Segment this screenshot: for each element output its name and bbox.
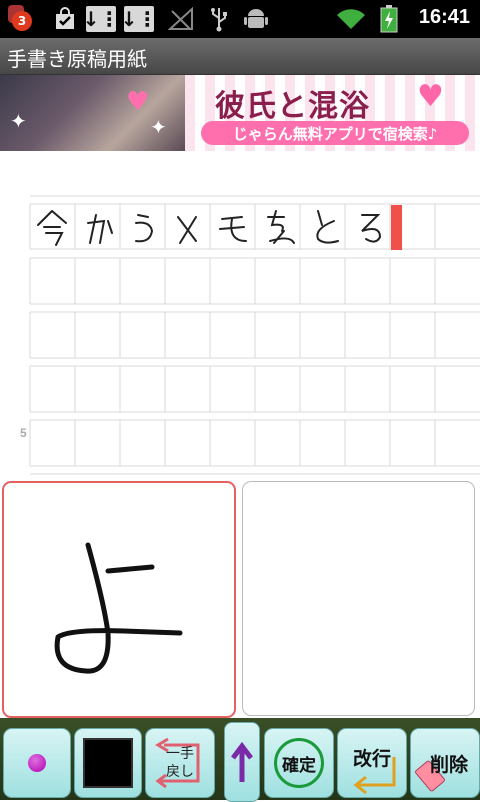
heart-icon: ♥ <box>417 79 444 114</box>
android-debug-icon <box>243 6 269 32</box>
app-title: 手書き原稿用紙 <box>7 47 147 71</box>
heart-icon: ♥ <box>126 87 150 117</box>
clock: 16:41 <box>418 6 470 28</box>
sparkle-icon: ✦ <box>10 109 27 133</box>
undo-button[interactable]: 一手 戻し <box>145 728 215 798</box>
ad-photo: ✦ ✦ ♥ <box>0 75 185 151</box>
notification-count: 3 <box>12 11 32 31</box>
shopping-bag-icon <box>52 6 78 32</box>
download-icon: ↓⋮ <box>82 6 120 32</box>
undo-label-line1: 一手 <box>166 746 194 762</box>
status-bar: 3 ↓⋮ ↓⋮ 16:41 <box>0 0 480 38</box>
ad-copy: 彼氏と混浴 ♥ じゃらん無料アプリで宿検索♪ <box>185 75 480 151</box>
download-icon: ↓⋮ <box>120 6 158 32</box>
delete-label: 削除 <box>429 753 468 776</box>
ad-subline: じゃらん無料アプリで宿検索♪ <box>201 121 469 145</box>
usb-icon <box>207 6 231 32</box>
wifi-icon <box>335 6 367 32</box>
undo-label-line2: 戻し <box>166 764 194 780</box>
title-bar: 手書き原稿用紙 <box>0 38 480 75</box>
battery-charging-icon <box>378 5 400 33</box>
line-number-marker: 5 <box>20 426 27 440</box>
text-cursor <box>391 205 402 250</box>
confirm-button[interactable]: 確定 <box>264 728 334 798</box>
sparkle-icon: ✦ <box>150 115 167 139</box>
color-swatch <box>83 738 133 788</box>
confirm-label: 確定 <box>274 738 324 788</box>
ad-banner[interactable]: ✦ ✦ ♥ 彼氏と混浴 ♥ じゃらん無料アプリで宿検索♪ <box>0 75 480 151</box>
pen-size-button[interactable] <box>3 728 71 798</box>
newline-button[interactable]: 改行 <box>337 728 407 798</box>
up-arrow-icon <box>231 741 253 782</box>
newline-arrow-icon <box>353 757 396 795</box>
pen-dot-icon <box>28 754 46 772</box>
handwriting-input-pane-active[interactable] <box>2 481 236 718</box>
manuscript-grid <box>29 195 480 475</box>
handwritten-text <box>37 210 382 246</box>
manuscript-paper[interactable]: 5 <box>0 151 480 478</box>
pen-color-button[interactable] <box>74 728 142 798</box>
ad-headline: 彼氏と混浴 <box>215 89 370 124</box>
handwriting-input-pane-next[interactable] <box>242 481 475 716</box>
no-signal-icon <box>167 6 195 32</box>
scroll-up-button[interactable] <box>224 722 260 802</box>
handwritten-character <box>54 542 183 674</box>
delete-button[interactable]: 削除 <box>410 728 480 798</box>
notification-badge-icon: 3 <box>8 5 34 31</box>
